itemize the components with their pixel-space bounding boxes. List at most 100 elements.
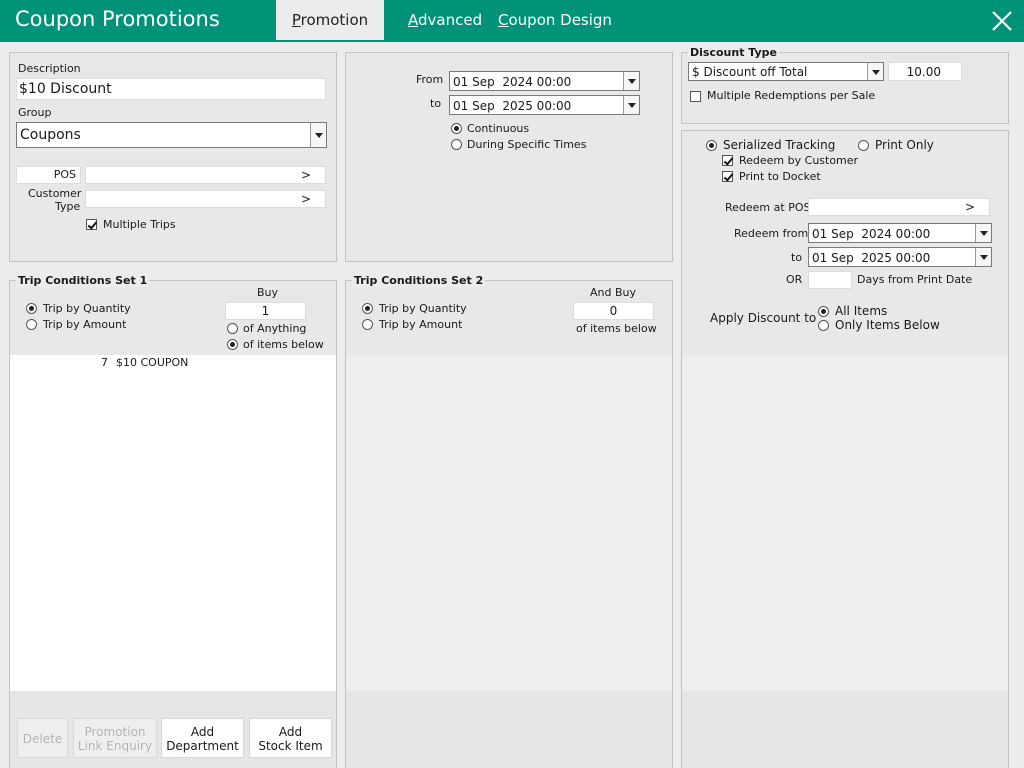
trip1-by-amount-radio[interactable] (26, 319, 37, 330)
print-only-label: Print Only (875, 138, 934, 152)
trip1-buy-quantity-input[interactable]: 1 (225, 302, 306, 320)
redeem-from-select[interactable]: 01 Sep 2024 00:00 (808, 223, 992, 243)
redeem-to-label: to (791, 251, 803, 264)
window-title: Coupon Promotions (15, 7, 220, 31)
add-stock-item-line1: Add (278, 725, 303, 739)
to-label: to (430, 97, 442, 110)
redeem-by-customer-checkbox[interactable] (722, 155, 733, 166)
trip2-buy-quantity-input[interactable]: 0 (573, 302, 654, 320)
or-label: OR (786, 273, 803, 286)
redeem-at-pos-chevron-icon: > (964, 200, 975, 214)
to-date-value: 01 Sep 2025 00:00 (453, 99, 572, 113)
trip-set-2-title: Trip Conditions Set 2 (352, 274, 486, 287)
discount-type-select[interactable]: $ Discount off Total (688, 62, 884, 81)
item-code: 7 (101, 356, 108, 369)
pos-label: POS (16, 166, 81, 184)
trip1-by-amount-label: Trip by Amount (43, 318, 127, 331)
all-items-label: All Items (835, 304, 888, 318)
chevron-down-icon (975, 224, 991, 242)
add-department-line1: Add (190, 725, 215, 739)
customer-type-field[interactable]: > (85, 190, 326, 208)
print-to-docket-checkbox[interactable] (722, 171, 733, 182)
trip-set-1-title: Trip Conditions Set 1 (16, 274, 150, 287)
add-stock-item-button[interactable]: Add Stock Item (249, 718, 332, 758)
tab-advanced-label: dvanced (418, 11, 483, 29)
description-input[interactable]: $10 Discount (16, 78, 326, 100)
from-date-select[interactable]: 01 Sep 2024 00:00 (449, 71, 640, 91)
trip2-item-list[interactable] (346, 355, 672, 691)
trip1-of-items-below-radio[interactable] (227, 339, 238, 350)
trip2-and-buy-label: And Buy (590, 286, 637, 299)
print-only-radio[interactable] (858, 140, 869, 151)
multiple-redemptions-checkbox[interactable] (690, 91, 701, 102)
item-name: $10 COUPON (116, 356, 189, 369)
add-department-button[interactable]: Add Department (161, 718, 244, 758)
tab-advanced[interactable]: Advanced (408, 0, 482, 40)
all-items-radio[interactable] (818, 306, 829, 317)
delete-button[interactable]: Delete (17, 718, 68, 758)
multiple-trips-label: Multiple Trips (103, 218, 176, 231)
promotion-link-enquiry-line2: Link Enquiry (77, 739, 153, 753)
pos-chevron-icon: > (300, 168, 311, 182)
customer-type-label-2: Type (55, 200, 81, 213)
close-button[interactable] (989, 8, 1015, 34)
serialized-tracking-radio[interactable] (706, 140, 717, 151)
group-select[interactable]: Coupons (16, 122, 327, 148)
promotion-link-enquiry-line1: Promotion (84, 725, 146, 739)
pos-field[interactable]: > (85, 166, 326, 184)
group-label: Group (18, 106, 52, 119)
multiple-trips-checkbox[interactable] (86, 219, 97, 230)
to-date-select[interactable]: 01 Sep 2025 00:00 (449, 95, 640, 115)
chevron-down-icon (310, 123, 326, 147)
promotion-link-enquiry-button[interactable]: Promotion Link Enquiry (73, 718, 157, 758)
tab-coupon-design[interactable]: Coupon Design (498, 0, 612, 40)
redeem-at-pos-field[interactable]: > (808, 198, 990, 216)
trip2-by-quantity-label: Trip by Quantity (379, 302, 467, 315)
tab-promotion[interactable]: Promotion (276, 0, 384, 40)
discount-type-title: Discount Type (688, 46, 779, 59)
tab-coupon-design-key: C (498, 11, 509, 29)
days-from-print-input[interactable] (808, 271, 852, 289)
trip1-of-anything-radio[interactable] (227, 323, 238, 334)
customer-type-chevron-icon: > (300, 192, 311, 206)
customer-type-label-1: Customer (28, 187, 82, 200)
discount-amount-input[interactable]: 10.00 (888, 62, 962, 81)
specific-times-radio[interactable] (451, 139, 462, 150)
continuous-label: Continuous (467, 122, 530, 135)
only-items-below-radio[interactable] (818, 320, 829, 331)
apply-discount-label: Apply Discount to (710, 311, 817, 325)
chevron-down-icon (867, 63, 883, 80)
list-item[interactable]: 7 $10 COUPON (10, 356, 336, 372)
tab-advanced-key: A (408, 11, 418, 29)
days-from-print-label: Days from Print Date (857, 273, 973, 286)
specific-times-label: During Specific Times (467, 138, 587, 151)
print-to-docket-label: Print to Docket (739, 170, 821, 183)
redeem-to-value: 01 Sep 2025 00:00 (812, 251, 931, 265)
redeem-to-select[interactable]: 01 Sep 2025 00:00 (808, 247, 992, 267)
tracking-lower-area (682, 355, 1008, 691)
trip1-of-anything-label: of Anything (243, 322, 307, 335)
continuous-radio[interactable] (451, 123, 462, 134)
trip2-by-quantity-radio[interactable] (362, 303, 373, 314)
group-select-value: Coupons (20, 127, 81, 143)
chevron-down-icon (623, 72, 639, 90)
trip1-of-items-below-label: of items below (243, 338, 324, 351)
trip1-item-list[interactable] (10, 355, 336, 691)
tab-coupon-design-label: oupon Design (508, 11, 612, 29)
description-label: Description (18, 62, 81, 75)
tab-promotion-label: romotion (300, 11, 369, 29)
chevron-down-icon (975, 248, 991, 266)
trip2-of-items-below-label: of items below (576, 322, 657, 335)
trip1-by-quantity-radio[interactable] (26, 303, 37, 314)
chevron-down-icon (623, 96, 639, 114)
serialized-tracking-label: Serialized Tracking (723, 138, 836, 152)
from-label: From (416, 73, 444, 86)
redeem-at-pos-label: Redeem at POS (725, 201, 811, 214)
trip2-by-amount-label: Trip by Amount (379, 318, 463, 331)
close-icon (992, 11, 1012, 31)
multiple-redemptions-label: Multiple Redemptions per Sale (707, 89, 876, 102)
discount-type-value: $ Discount off Total (692, 65, 808, 79)
add-stock-item-line2: Stock Item (258, 739, 323, 753)
only-items-below-label: Only Items Below (835, 318, 940, 332)
trip2-by-amount-radio[interactable] (362, 319, 373, 330)
